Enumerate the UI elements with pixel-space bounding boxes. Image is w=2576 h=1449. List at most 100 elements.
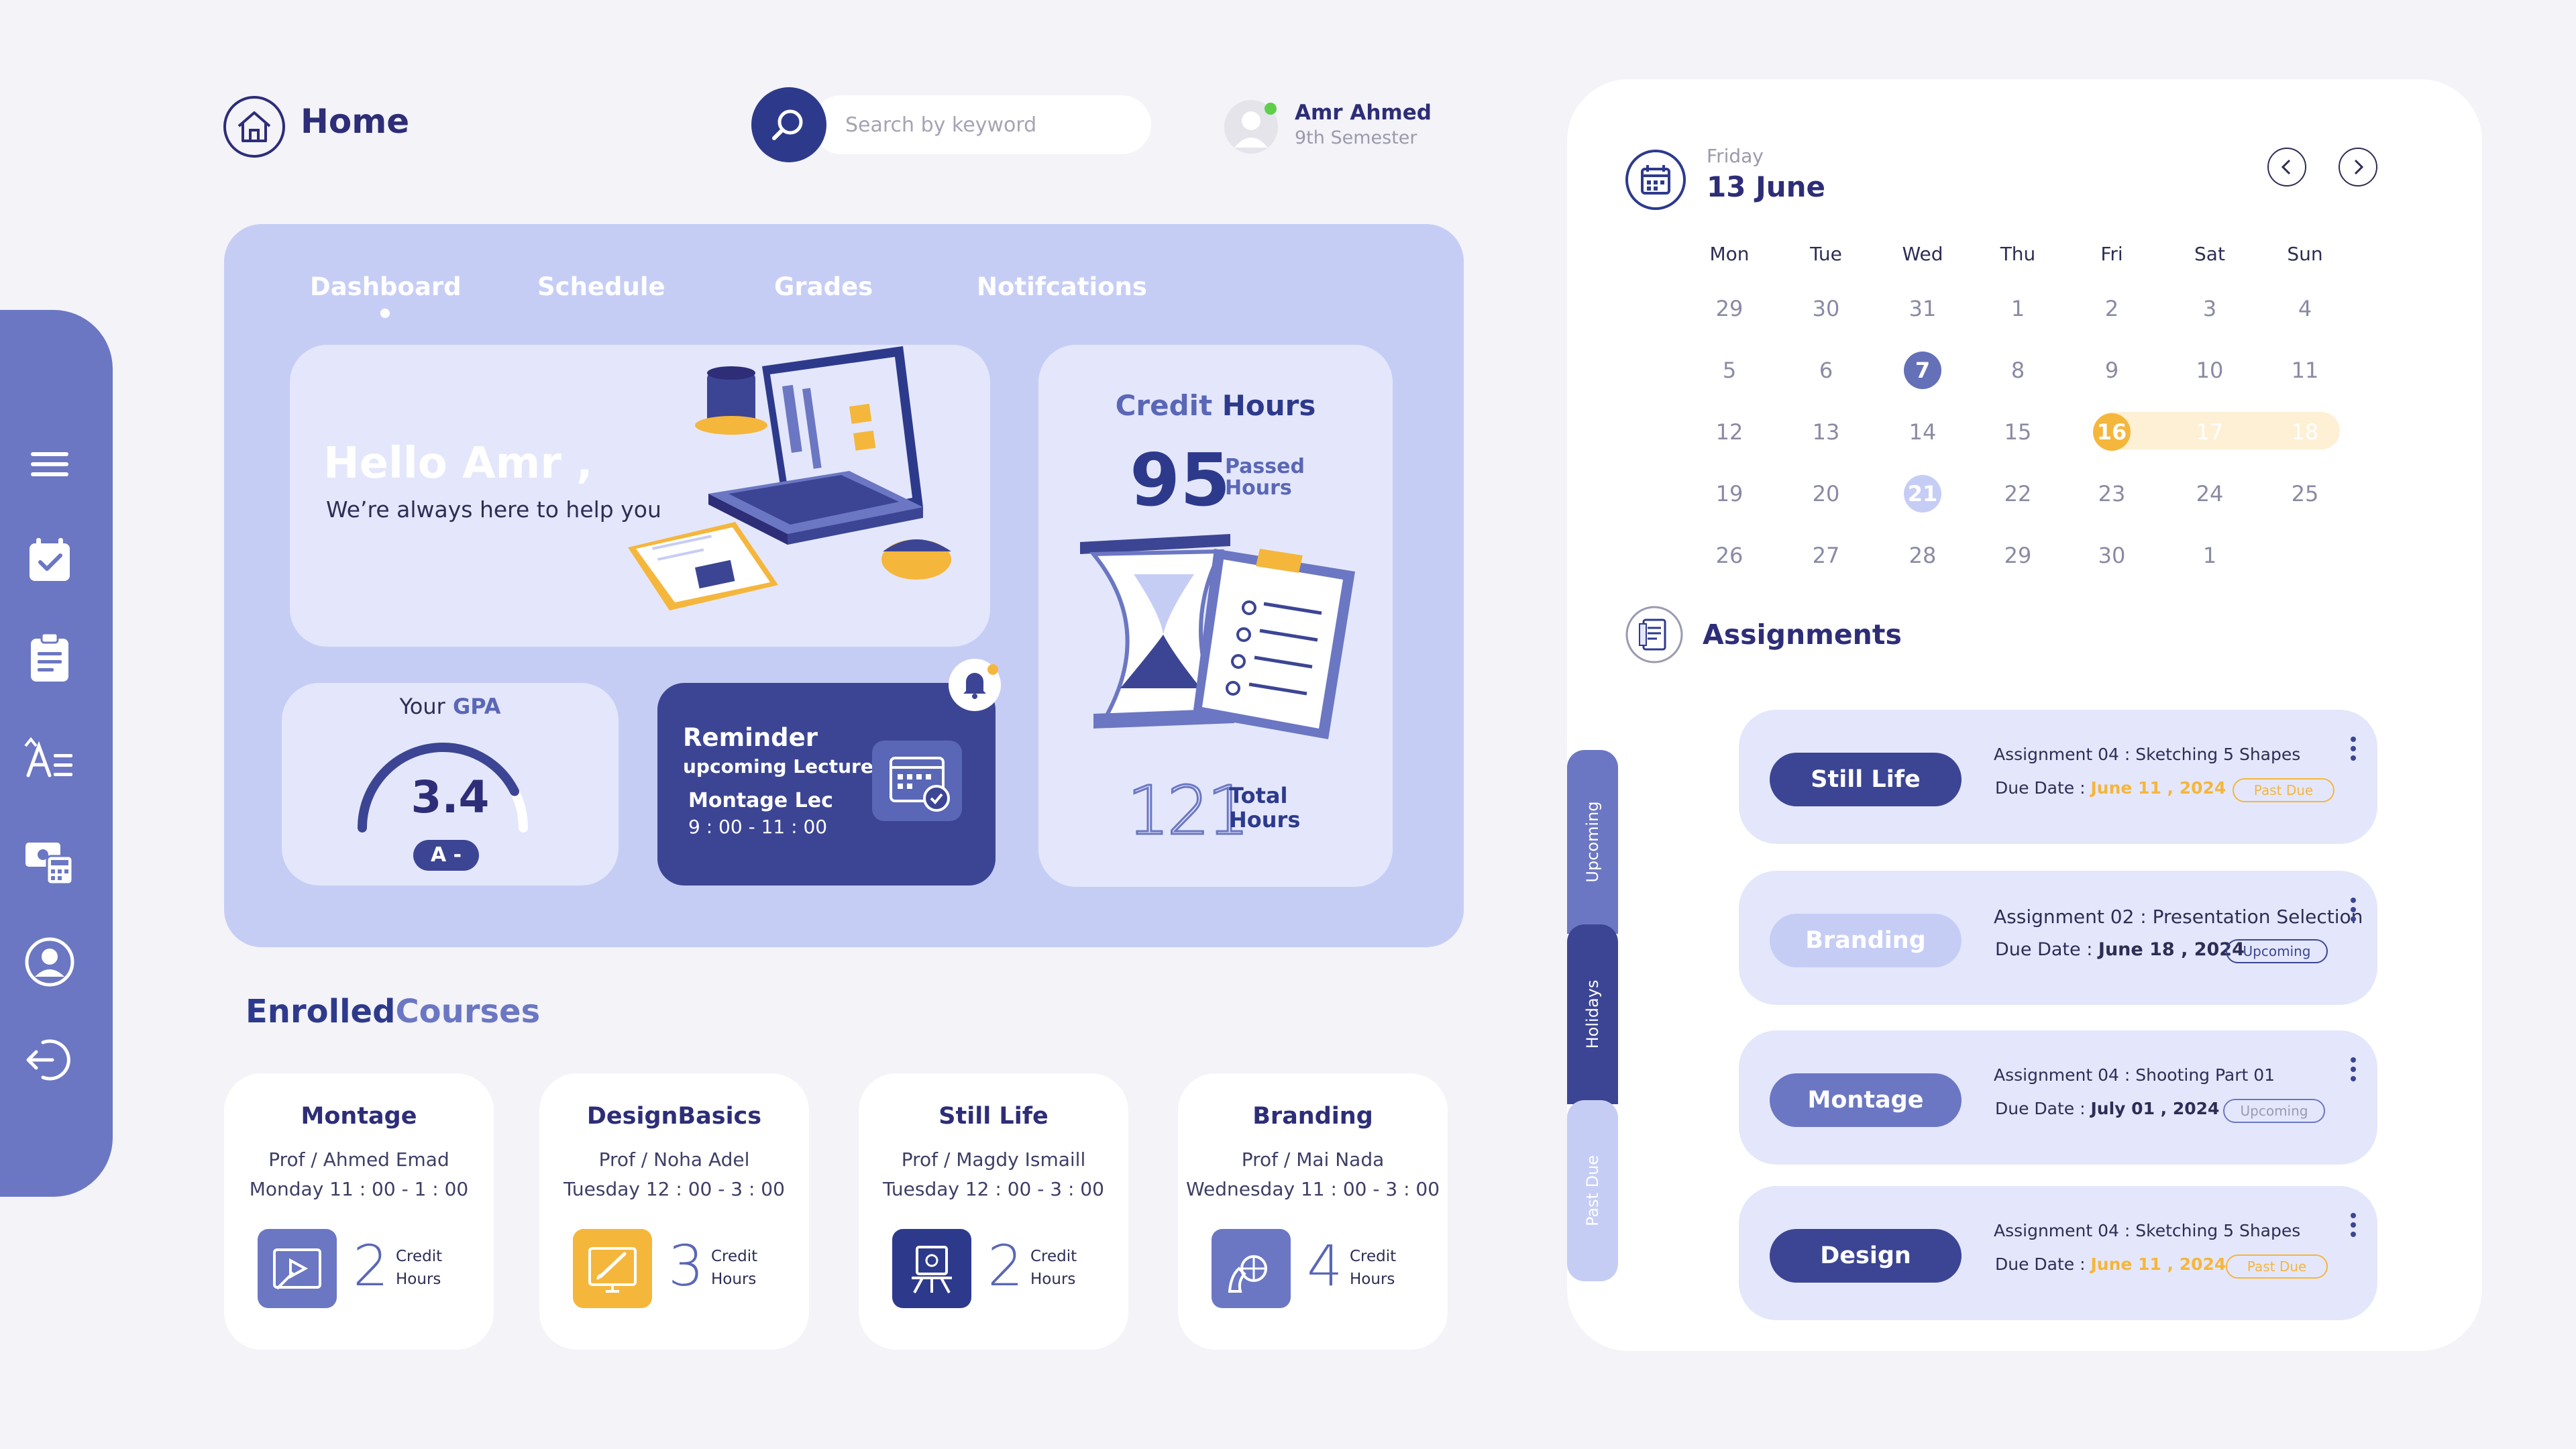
credit-title-bold: Hours [1212, 389, 1316, 422]
calendar-day[interactable]: 18 [2271, 412, 2339, 452]
more-options-icon[interactable] [2347, 737, 2360, 769]
more-options-icon[interactable] [2347, 1057, 2360, 1089]
calendar-day[interactable]: 4 [2271, 288, 2339, 329]
assignment-course-button[interactable]: Montage [1770, 1073, 1962, 1127]
assignment-title: Assignment 04 : Shooting Part 01 [1994, 1065, 2275, 1085]
calendar-day[interactable]: 19 [1696, 474, 1763, 514]
assignment-title: Assignment 04 : Sketching 5 Shapes [1994, 1221, 2301, 1240]
course-card-design-basics[interactable]: DesignBasics Prof / Noha Adel Tuesday 12… [539, 1073, 809, 1350]
course-credit-label: Credit Hours [1350, 1248, 1397, 1288]
search-button[interactable] [751, 87, 826, 162]
calendar-day[interactable]: 24 [2176, 474, 2243, 514]
calendar-day[interactable]: 20 [1792, 474, 1860, 514]
video-edit-icon [258, 1229, 337, 1308]
tab-schedule[interactable]: Schedule [537, 272, 665, 301]
calendar-day[interactable]: 22 [1984, 474, 2051, 514]
more-options-icon[interactable] [2347, 1213, 2360, 1245]
search-input[interactable] [845, 95, 1140, 154]
calendar-day[interactable]: 21 [1889, 474, 1956, 514]
calendar-day[interactable]: 5 [1696, 350, 1763, 390]
weekday-label: Tue [1810, 243, 1842, 265]
calendar-day[interactable]: 3 [2176, 288, 2243, 329]
profile-icon[interactable] [23, 935, 76, 989]
calendar-day[interactable]: 10 [2176, 350, 2243, 390]
assignment-card[interactable]: Still Life Assignment 04 : Sketching 5 S… [1739, 710, 2377, 844]
calendar-day[interactable]: 17 [2176, 412, 2243, 452]
calendar-day[interactable]: 11 [2271, 350, 2339, 390]
calendar-day[interactable]: 7 [1889, 350, 1956, 390]
course-professor: Prof / Mai Nada [1241, 1148, 1385, 1171]
course-credit-value: 3 [668, 1233, 704, 1299]
welcome-title: Hello Amr , [323, 439, 593, 488]
course-professor: Prof / Magdy Ismaill [901, 1148, 1086, 1171]
notification-bell-button[interactable] [949, 659, 1001, 711]
prev-month-button[interactable] [2266, 146, 2308, 188]
assignment-due: Due Date : June 11 , 2024 [1995, 1254, 2226, 1274]
weekday-label: Mon [1709, 243, 1750, 265]
calendar-day[interactable]: 25 [2271, 474, 2339, 514]
payments-icon[interactable] [23, 833, 76, 887]
home-icon[interactable] [223, 95, 286, 158]
tab-notifications[interactable]: Notifcations [977, 272, 1147, 301]
reminder-lecture: Montage Lec [688, 789, 833, 812]
gpa-label-bold: GPA [445, 694, 501, 719]
calendar-day[interactable]: 31 [1889, 288, 1956, 329]
calendar-day[interactable]: 16 [2078, 412, 2145, 452]
calendar-day[interactable]: 30 [1792, 288, 1860, 329]
tab-holidays[interactable]: Holidays [1567, 924, 1618, 1104]
calendar-day[interactable]: 2 [2078, 288, 2145, 329]
calendar-day[interactable]: 28 [1889, 535, 1956, 576]
grades-icon[interactable] [23, 731, 76, 785]
tab-upcoming[interactable]: Upcoming [1567, 750, 1618, 934]
calendar-day[interactable]: 1 [2176, 535, 2243, 576]
avatar[interactable] [1222, 98, 1280, 156]
calendar-day[interactable]: 9 [2078, 350, 2145, 390]
assignment-course-button[interactable]: Design [1770, 1229, 1962, 1283]
notification-dot [987, 664, 998, 675]
assignment-card[interactable]: Montage Assignment 04 : Shooting Part 01… [1739, 1030, 2377, 1165]
next-month-button[interactable] [2337, 146, 2379, 188]
tab-upcoming-label: Upcoming [1583, 801, 1602, 883]
due-date: July 01 , 2024 [2090, 1099, 2220, 1118]
page-title: Home [301, 102, 410, 141]
status-badge: Past Due [2226, 1254, 2328, 1279]
assignment-course-button[interactable]: Still Life [1770, 753, 1962, 806]
calendar-check-icon[interactable] [23, 533, 76, 586]
due-date: June 11 , 2024 [2090, 778, 2226, 798]
calendar-day[interactable]: 27 [1792, 535, 1860, 576]
course-card-montage[interactable]: Montage Prof / Ahmed Emad Monday 11 : 00… [224, 1073, 494, 1350]
course-card-still-life[interactable]: Still Life Prof / Magdy Ismaill Tuesday … [859, 1073, 1128, 1350]
tab-dashboard[interactable]: Dashboard [310, 272, 462, 301]
calendar-day[interactable]: 8 [1984, 350, 2051, 390]
calendar-day[interactable]: 29 [1696, 288, 1763, 329]
tab-grades[interactable]: Grades [774, 272, 873, 301]
assignment-card[interactable]: Branding Assignment 02 : Presentation Se… [1739, 871, 2377, 1005]
calendar-day[interactable]: 15 [1984, 412, 2051, 452]
search-icon [772, 109, 803, 140]
calendar-day[interactable]: 29 [1984, 535, 2051, 576]
course-card-branding[interactable]: Branding Prof / Mai Nada Wednesday 11 : … [1178, 1073, 1448, 1350]
assignment-due: Due Date : June 18 , 2024 [1995, 939, 2245, 960]
calendar-day[interactable]: 14 [1889, 412, 1956, 452]
more-options-icon[interactable] [2347, 898, 2360, 930]
calendar-day[interactable]: 30 [2078, 535, 2145, 576]
assignments-icon [1625, 605, 1684, 664]
assignment-due: Due Date : June 11 , 2024 [1995, 778, 2226, 798]
clipboard-icon[interactable] [23, 631, 76, 684]
calendar-day[interactable]: 12 [1696, 412, 1763, 452]
assignment-card[interactable]: Design Assignment 04 : Sketching 5 Shape… [1739, 1186, 2377, 1320]
calendar-day[interactable]: 13 [1792, 412, 1860, 452]
logout-icon[interactable] [23, 1033, 76, 1087]
calendar-day[interactable]: 6 [1792, 350, 1860, 390]
course-name: DesignBasics [586, 1103, 762, 1130]
calendar-day[interactable]: 26 [1696, 535, 1763, 576]
menu-icon[interactable] [23, 437, 76, 491]
assignment-course-button[interactable]: Branding [1770, 914, 1962, 967]
calendar-day[interactable]: 23 [2078, 474, 2145, 514]
gpa-label-prefix: Your [399, 694, 445, 719]
course-professor: Prof / Ahmed Emad [268, 1148, 449, 1171]
tab-past-due[interactable]: Past Due [1567, 1100, 1618, 1281]
due-label: Due Date : [1995, 1254, 2086, 1274]
calendar-day[interactable]: 1 [1984, 288, 2051, 329]
course-credit-label: Credit Hours [1030, 1248, 1077, 1288]
